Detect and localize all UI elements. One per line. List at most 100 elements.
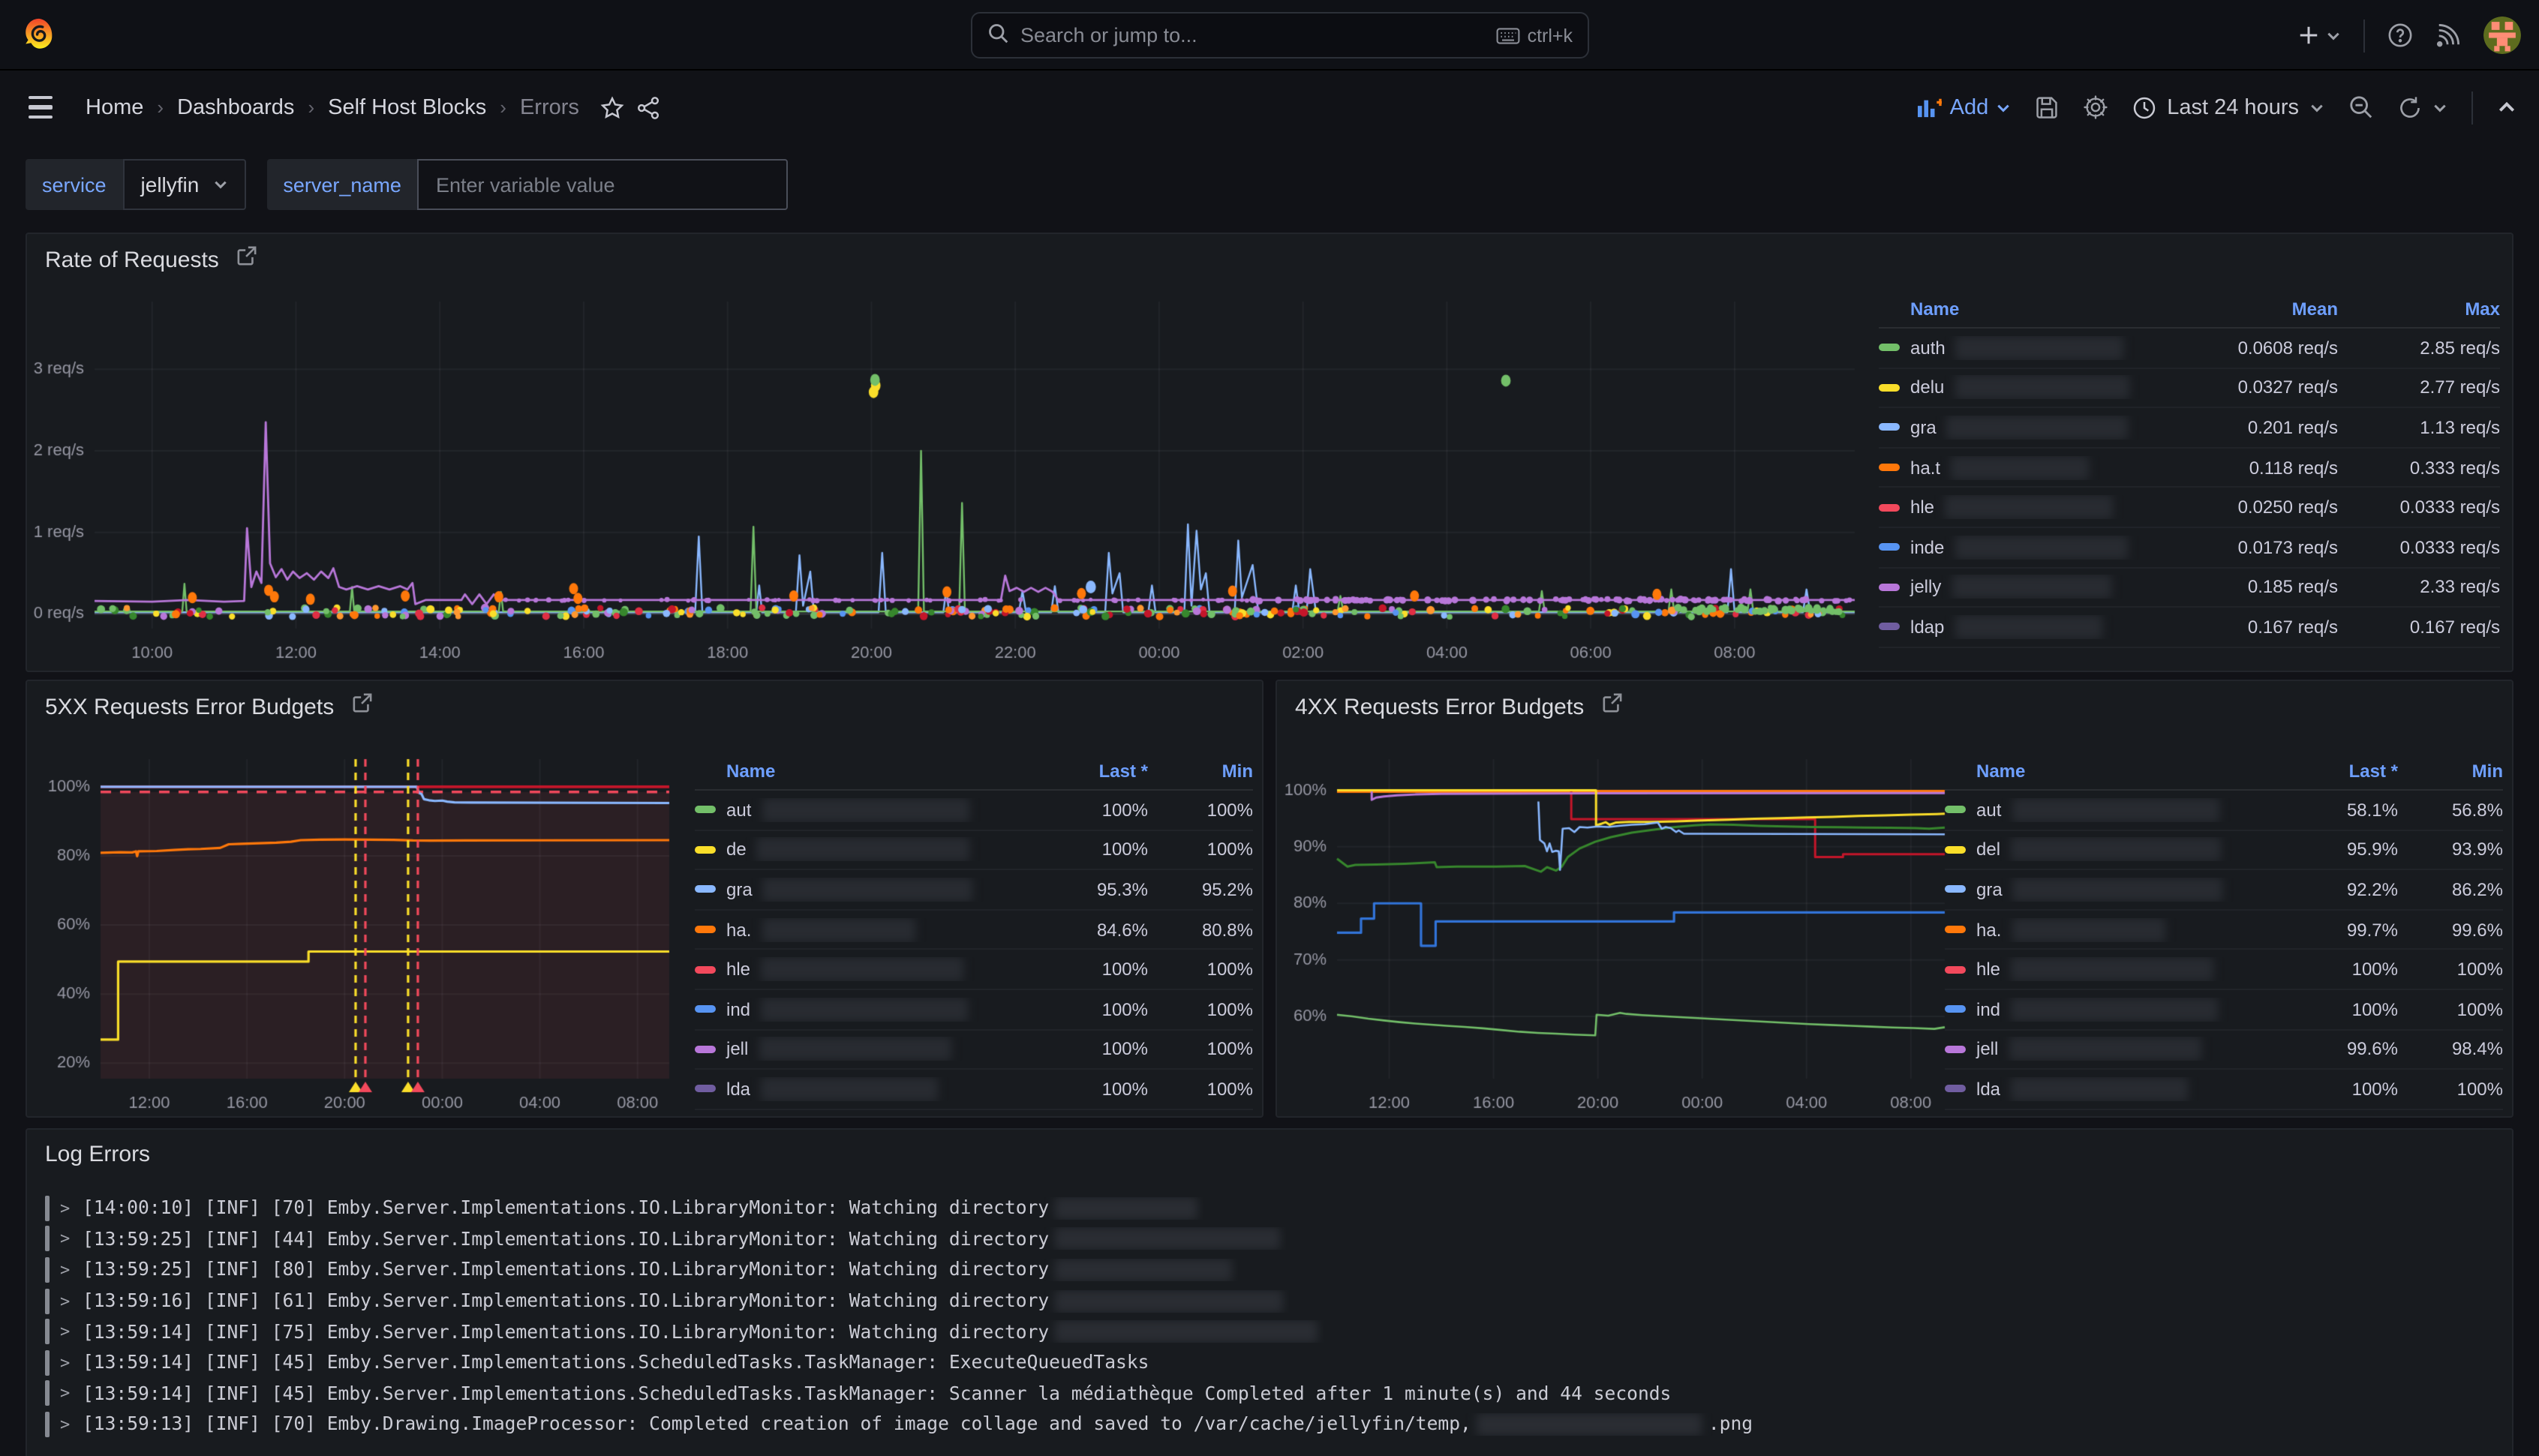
legend-series-name[interactable]: ha.t	[1879, 455, 2140, 479]
legend-col-name[interactable]: Name	[1945, 761, 2275, 782]
news-button[interactable]	[2435, 23, 2461, 48]
collapse-toolbar-button[interactable]	[2497, 98, 2516, 117]
legend-series-name[interactable]: ldap	[1879, 615, 2140, 639]
legend-col-name[interactable]: Name	[1879, 299, 2140, 320]
legend-series-name[interactable]: jelly	[1879, 575, 2140, 599]
breadcrumb-home[interactable]: Home	[86, 95, 143, 119]
legend-series-name[interactable]: de	[695, 838, 1025, 862]
legend-value-1: 100%	[1025, 839, 1148, 860]
4xx-error-budget-chart[interactable]	[1277, 731, 1955, 1109]
legend-value-2: 2.77 req/s	[2338, 377, 2500, 398]
rate-of-requests-chart[interactable]	[27, 276, 1880, 663]
log-expand-chevron-icon[interactable]: >	[60, 1199, 83, 1218]
redacted-text	[761, 957, 963, 981]
legend-col-name[interactable]: Name	[695, 761, 1025, 782]
user-avatar[interactable]	[2483, 17, 2521, 54]
redacted-text	[757, 838, 970, 862]
add-panel-button[interactable]: Add	[1917, 95, 2012, 119]
log-expand-chevron-icon[interactable]: >	[60, 1415, 83, 1434]
legend-value-2: 99.6%	[2398, 919, 2503, 940]
dashboard-settings-button[interactable]	[2083, 95, 2108, 120]
save-dashboard-button[interactable]	[2035, 95, 2059, 119]
log-row[interactable]: >[13:59:16] [INF] [61] Emby.Server.Imple…	[45, 1286, 2497, 1316]
refresh-button[interactable]	[2398, 95, 2447, 119]
legend-series-name[interactable]: ind	[1945, 998, 2275, 1022]
legend-series-name[interactable]: hle	[1945, 957, 2275, 981]
refresh-icon	[2398, 95, 2422, 119]
share-button[interactable]	[636, 95, 660, 119]
log-row[interactable]: >[13:59:13] [INF] [70] Emby.Drawing.Imag…	[45, 1409, 2497, 1439]
legend-series-name[interactable]: jell	[695, 1037, 1025, 1061]
legend-series-name[interactable]: ha.	[1945, 917, 2275, 941]
external-link-icon[interactable]	[1602, 693, 1621, 720]
log-row[interactable]: >[14:00:10] [INF] [70] Emby.Server.Imple…	[45, 1193, 2497, 1223]
series-color-chip	[695, 965, 716, 973]
zoom-out-time-button[interactable]	[2348, 95, 2374, 120]
legend-series-name[interactable]: auth	[1879, 336, 2140, 360]
legend-col-2[interactable]: Min	[1148, 761, 1253, 782]
legend-series-name[interactable]: hle	[1879, 495, 2140, 519]
variable-service-label: service	[26, 159, 123, 210]
legend-series-name[interactable]: delu	[1879, 376, 2140, 400]
5xx-error-budget-chart[interactable]	[27, 731, 695, 1109]
log-row[interactable]: >[13:59:25] [INF] [80] Emby.Server.Imple…	[45, 1254, 2497, 1285]
log-expand-chevron-icon[interactable]: >	[60, 1322, 83, 1341]
search-input[interactable]: Search or jump to... ctrl+k	[971, 12, 1589, 59]
legend-row: ha.t0.118 req/s0.333 req/s	[1879, 449, 2500, 488]
help-button[interactable]	[2387, 23, 2413, 48]
legend-row: aut100%100%	[695, 791, 1253, 830]
series-color-chip	[1879, 344, 1900, 352]
external-link-icon[interactable]	[237, 246, 257, 273]
panel-title[interactable]: 5XX Requests Error Budgets	[45, 694, 334, 719]
legend-col-1[interactable]: Mean	[2140, 299, 2338, 320]
breadcrumb-dashboards[interactable]: Dashboards	[177, 95, 294, 119]
panel-title[interactable]: Log Errors	[45, 1142, 150, 1167]
legend-series-name[interactable]: lda	[695, 1077, 1025, 1101]
legend-series-name[interactable]: del	[1945, 838, 2275, 862]
log-row[interactable]: >[13:59:14] [INF] [75] Emby.Server.Imple…	[45, 1316, 2497, 1347]
legend-row: hle0.0250 req/s0.0333 req/s	[1879, 488, 2500, 528]
log-expand-chevron-icon[interactable]: >	[60, 1229, 83, 1249]
legend-series-name[interactable]: inde	[1879, 536, 2140, 560]
time-range-picker[interactable]: Last 24 hours	[2132, 95, 2324, 119]
legend-series-name[interactable]: hle	[695, 957, 1025, 981]
legend-series-name[interactable]: ind	[695, 998, 1025, 1022]
log-expand-chevron-icon[interactable]: >	[60, 1260, 83, 1280]
grafana-logo-icon[interactable]	[21, 17, 57, 53]
breadcrumb-self-host-blocks[interactable]: Self Host Blocks	[328, 95, 486, 119]
legend-col-2[interactable]: Max	[2338, 299, 2500, 320]
log-row[interactable]: >[13:59:14] [INF] [45] Emby.Server.Imple…	[45, 1378, 2497, 1409]
legend-series-name[interactable]: gra	[695, 878, 1025, 902]
panel-title[interactable]: Rate of Requests	[45, 247, 219, 272]
favorite-star-button[interactable]	[600, 95, 624, 119]
legend-col-1[interactable]: Last *	[2275, 761, 2398, 782]
legend-row: del95.9%93.9%	[1945, 830, 2503, 870]
log-expand-chevron-icon[interactable]: >	[60, 1353, 83, 1373]
4xx-legend-table: NameLast *Minaut58.1%56.8%del95.9%93.9%g…	[1945, 753, 2503, 1110]
legend-value-2: 100%	[2398, 999, 2503, 1020]
log-expand-chevron-icon[interactable]: >	[60, 1384, 83, 1403]
panel-title[interactable]: 4XX Requests Error Budgets	[1295, 694, 1584, 719]
new-button[interactable]	[2297, 24, 2341, 47]
legend-series-name[interactable]: jell	[1945, 1037, 2275, 1061]
legend-series-name[interactable]: gra	[1879, 416, 2140, 440]
external-link-icon[interactable]	[352, 693, 371, 720]
log-expand-chevron-icon[interactable]: >	[60, 1291, 83, 1310]
legend-series-name[interactable]: gra	[1945, 878, 2275, 902]
legend-series-name[interactable]: lda	[1945, 1077, 2275, 1101]
log-message: [13:59:14] [INF] [45] Emby.Server.Implem…	[83, 1383, 1671, 1404]
log-row[interactable]: >[13:59:25] [INF] [44] Emby.Server.Imple…	[45, 1223, 2497, 1254]
legend-series-name[interactable]: aut	[695, 798, 1025, 822]
series-color-chip	[695, 926, 716, 933]
legend-series-name[interactable]: ha.	[695, 917, 1025, 941]
variable-server-name-input[interactable]	[418, 159, 789, 210]
log-level-bar	[45, 1319, 50, 1344]
legend-col-2[interactable]: Min	[2398, 761, 2503, 782]
variable-server-name-label: server_name	[266, 159, 418, 210]
legend-col-1[interactable]: Last *	[1025, 761, 1148, 782]
variable-service-select[interactable]: jellyfin	[123, 159, 246, 210]
menu-toggle-button[interactable]	[23, 90, 59, 124]
redacted-text	[1947, 416, 2129, 440]
legend-series-name[interactable]: aut	[1945, 798, 2275, 822]
log-row[interactable]: >[13:59:14] [INF] [45] Emby.Server.Imple…	[45, 1347, 2497, 1378]
